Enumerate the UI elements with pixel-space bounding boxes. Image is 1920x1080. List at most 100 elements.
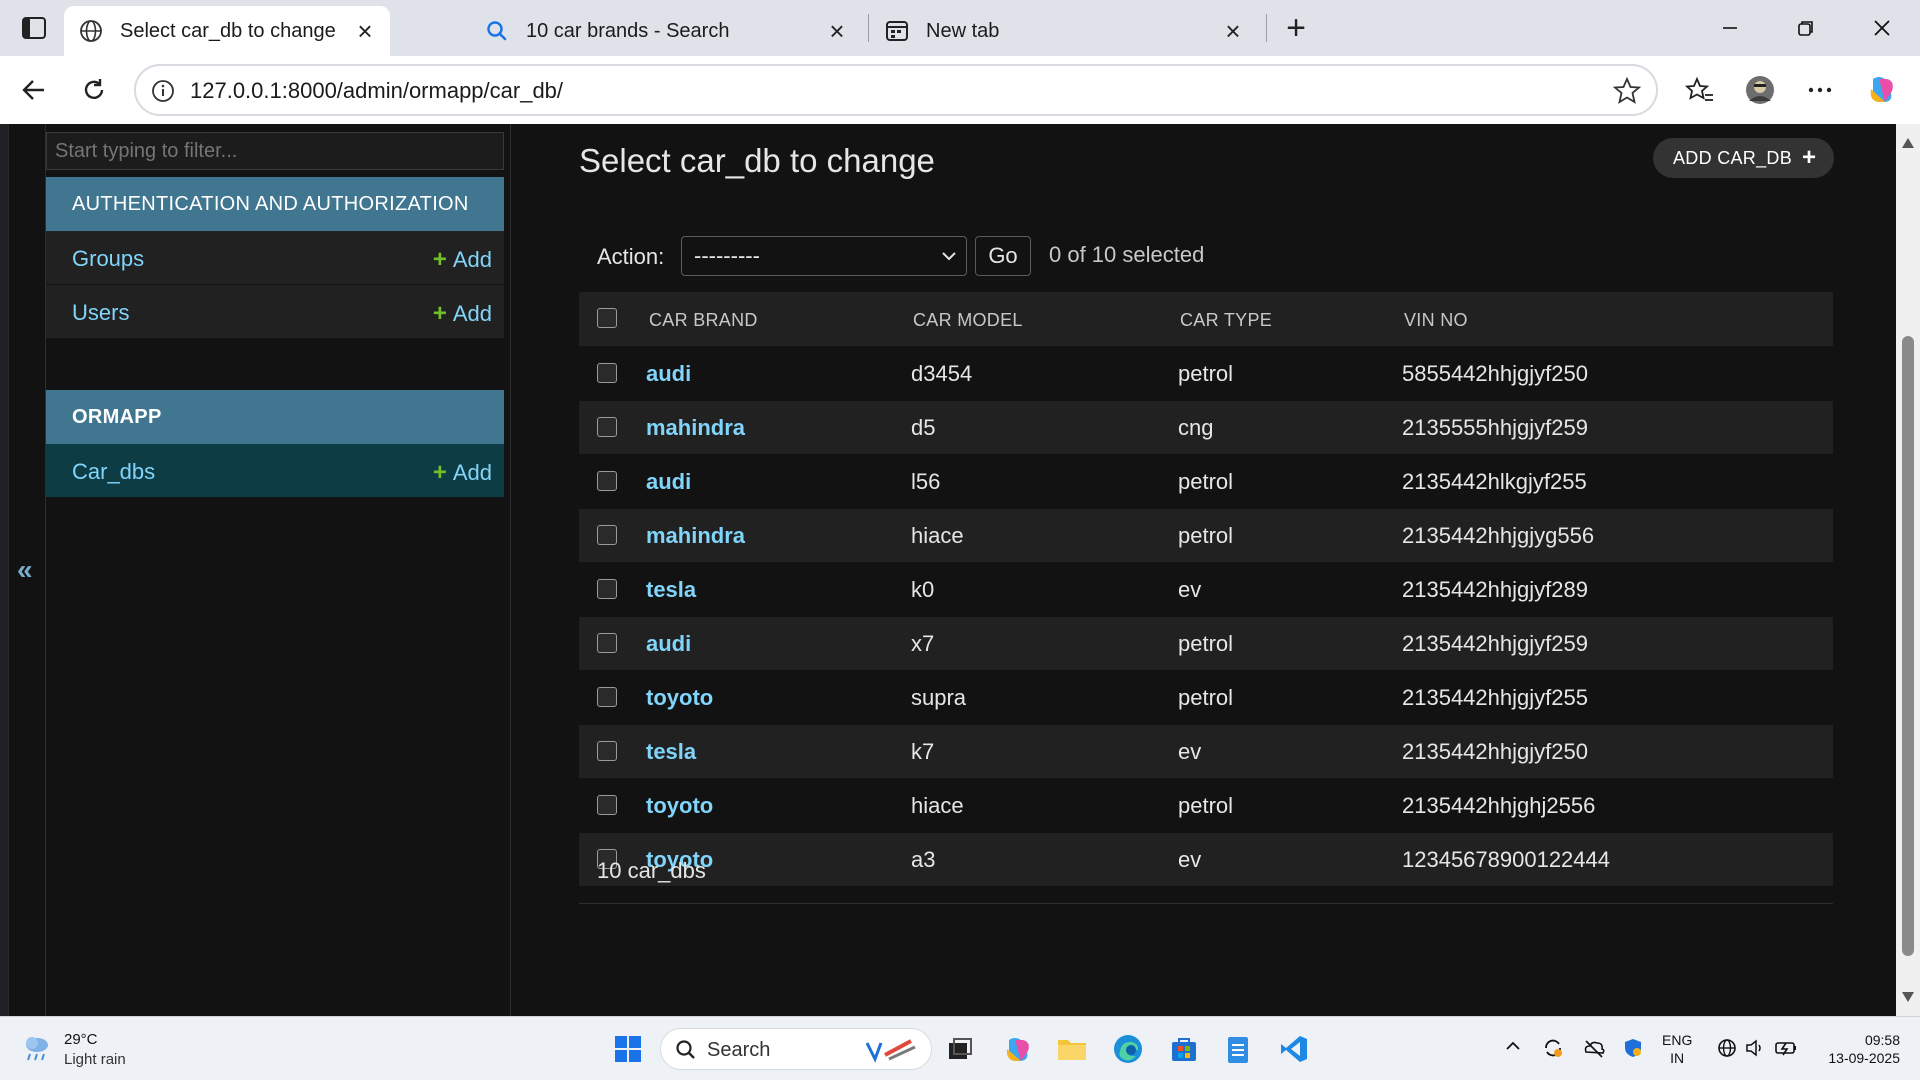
close-tab-icon[interactable]: ×: [354, 16, 376, 46]
row-select-checkbox[interactable]: [597, 795, 617, 815]
scrollbar-thumb[interactable]: [1902, 336, 1914, 956]
column-header-car-type[interactable]: CAR TYPE: [1180, 310, 1272, 331]
copilot-app-icon[interactable]: [998, 1029, 1038, 1069]
onedrive-icon[interactable]: [1582, 1037, 1606, 1063]
site-info-icon[interactable]: [150, 78, 176, 104]
copilot-icon[interactable]: [1862, 70, 1902, 110]
weather-rain-icon[interactable]: [20, 1031, 54, 1065]
car-brand-link[interactable]: toyoto: [646, 685, 713, 711]
close-tab-icon[interactable]: ×: [1222, 16, 1244, 46]
module-header-ormapp[interactable]: ORMAPP: [46, 390, 504, 444]
tab-new-tab[interactable]: New tab ×: [870, 6, 1258, 56]
more-options-icon[interactable]: [1800, 70, 1840, 110]
car-brand-link[interactable]: tesla: [646, 577, 696, 603]
module-header-auth[interactable]: AUTHENTICATION AND AUTHORIZATION: [46, 177, 504, 231]
row-select-checkbox[interactable]: [597, 417, 617, 437]
language-indicator[interactable]: ENG IN: [1662, 1031, 1692, 1067]
back-arrow-icon[interactable]: [14, 70, 54, 110]
scroll-up-arrow-icon[interactable]: [1902, 138, 1914, 148]
add-groups-link[interactable]: + Add: [433, 246, 492, 274]
vscode-icon[interactable]: [1274, 1029, 1314, 1069]
sidebar-filter-input[interactable]: [46, 132, 504, 170]
sync-icon[interactable]: [1542, 1037, 1564, 1063]
sidebar-link-users[interactable]: Users: [72, 300, 129, 326]
taskbar-search-box[interactable]: Search: [660, 1028, 932, 1070]
add-car-dbs-link[interactable]: + Add: [433, 459, 492, 487]
file-explorer-icon[interactable]: [1052, 1029, 1092, 1069]
tab-strip: Select car_db to change | Django × 10 ca…: [0, 0, 1920, 56]
tab-actions-icon[interactable]: [14, 12, 54, 44]
profile-avatar-icon[interactable]: [1740, 70, 1780, 110]
network-globe-icon[interactable]: [1716, 1037, 1738, 1063]
vin-no-cell: 2135442hhjgjyf289: [1402, 577, 1588, 602]
new-tab-plus-icon[interactable]: +: [1278, 9, 1314, 47]
select-all-checkbox[interactable]: [597, 308, 617, 328]
address-bar[interactable]: 127.0.0.1:8000/admin/ormapp/car_db/: [134, 64, 1658, 116]
table-row: tesla k0 ev 2135442hhjgjyf289: [579, 562, 1833, 616]
row-select-checkbox[interactable]: [597, 363, 617, 383]
table-row: tesla k7 ev 2135442hhjgjyf250: [579, 724, 1833, 778]
row-select-checkbox[interactable]: [597, 579, 617, 599]
weather-description: Light rain: [64, 1051, 126, 1068]
scroll-down-arrow-icon[interactable]: [1902, 992, 1914, 1002]
add-label: Add: [452, 247, 492, 272]
battery-charging-icon[interactable]: [1774, 1037, 1798, 1063]
favorites-icon[interactable]: [1680, 70, 1720, 110]
django-admin-page: « AUTHENTICATION AND AUTHORIZATION Group…: [8, 124, 1896, 1016]
go-button[interactable]: Go: [975, 236, 1031, 276]
car-brand-link[interactable]: tesla: [646, 739, 696, 765]
column-header-car-brand[interactable]: CAR BRAND: [649, 310, 758, 331]
show-hidden-icons-chevron[interactable]: [1504, 1037, 1522, 1059]
add-label: Add: [452, 301, 492, 326]
system-clock[interactable]: 09:58 13-09-2025: [1810, 1031, 1900, 1067]
sidebar-collapse-toggle[interactable]: «: [17, 554, 33, 586]
security-shield-icon[interactable]: [1622, 1037, 1644, 1063]
sidebar-link-car-dbs[interactable]: Car_dbs: [72, 459, 155, 485]
car-brand-link[interactable]: audi: [646, 469, 691, 495]
close-tab-icon[interactable]: ×: [826, 16, 848, 46]
action-select[interactable]: ---------: [681, 236, 967, 276]
table-row: mahindra hiace petrol 2135442hhjgjyg556: [579, 508, 1833, 562]
car-type-cell: petrol: [1178, 685, 1234, 710]
volume-icon[interactable]: [1744, 1037, 1766, 1063]
car-brand-link[interactable]: toyoto: [646, 793, 713, 819]
notepad-icon[interactable]: [1218, 1029, 1258, 1069]
row-select-checkbox[interactable]: [597, 741, 617, 761]
close-window-icon[interactable]: [1852, 8, 1912, 48]
tab-search[interactable]: 10 car brands - Search ×: [470, 6, 862, 56]
column-header-car-model[interactable]: CAR MODEL: [913, 310, 1023, 331]
restore-icon[interactable]: [1776, 8, 1836, 48]
start-windows-icon[interactable]: [608, 1029, 648, 1069]
row-select-checkbox[interactable]: [597, 525, 617, 545]
add-car-db-button[interactable]: ADD CAR_DB +: [1653, 138, 1835, 178]
page-scrollbar[interactable]: [1896, 124, 1920, 1016]
add-users-link[interactable]: + Add: [433, 300, 492, 328]
row-select-checkbox[interactable]: [597, 633, 617, 653]
store-icon[interactable]: [1164, 1029, 1204, 1069]
clock-time: 09:58: [1864, 1032, 1900, 1048]
vin-no-cell: 2135442hhjghj2556: [1402, 793, 1596, 818]
car-model-cell: k7: [911, 739, 935, 764]
car-brand-link[interactable]: mahindra: [646, 415, 745, 441]
plus-icon: +: [432, 459, 447, 486]
task-view-icon[interactable]: [940, 1029, 980, 1069]
row-select-checkbox[interactable]: [597, 471, 617, 491]
tab-django-admin[interactable]: Select car_db to change | Django ×: [64, 6, 390, 56]
minimize-icon[interactable]: [1700, 8, 1760, 48]
results-table: CAR BRAND CAR MODEL CAR TYPE VIN NO audi…: [579, 292, 1833, 886]
car-type-cell: petrol: [1178, 523, 1234, 548]
edge-browser-icon[interactable]: [1108, 1029, 1148, 1069]
table-row: audi l56 petrol 2135442hlkgjyf255: [579, 454, 1833, 508]
column-header-vin-no[interactable]: VIN NO: [1404, 310, 1468, 331]
car-brand-link[interactable]: audi: [646, 631, 691, 657]
car-brand-link[interactable]: mahindra: [646, 523, 745, 549]
refresh-icon[interactable]: [74, 70, 114, 110]
car-type-cell: petrol: [1178, 469, 1234, 494]
selection-counter: 0 of 10 selected: [1049, 242, 1205, 267]
tab-title: 10 car brands - Search: [526, 19, 730, 42]
favorite-star-icon[interactable]: [1612, 76, 1642, 106]
windows-taskbar: 29°C Light rain Search ENG IN 09:58 13-0…: [0, 1016, 1920, 1080]
car-brand-link[interactable]: audi: [646, 361, 691, 387]
row-select-checkbox[interactable]: [597, 687, 617, 707]
sidebar-link-groups[interactable]: Groups: [72, 246, 144, 272]
